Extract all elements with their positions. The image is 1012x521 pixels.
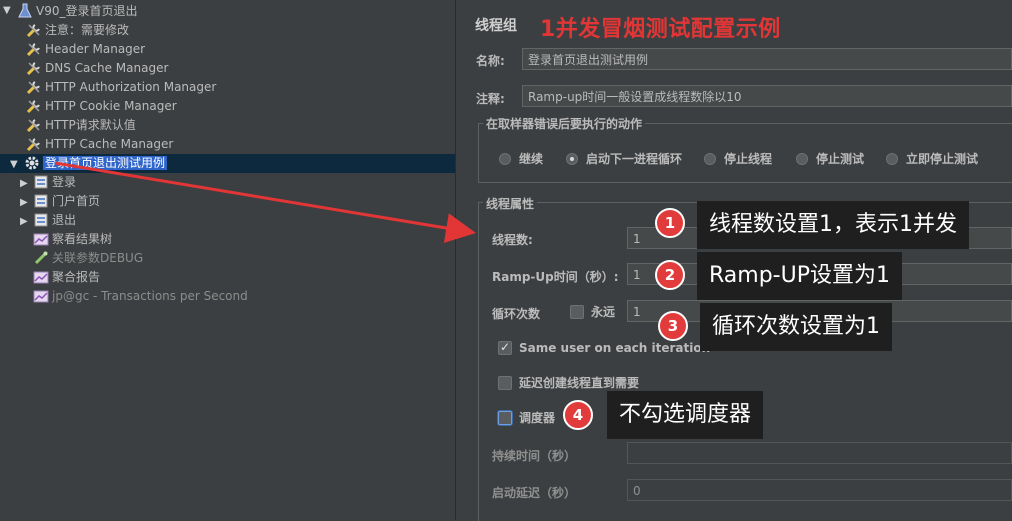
name-label: 名称: (476, 54, 505, 68)
delay-thread-creation-checkbox[interactable]: 延迟创建线程直到需要 (498, 375, 639, 391)
forever-checkbox[interactable]: 永远 (570, 304, 615, 320)
same-user-checkbox[interactable]: Same user on each iteration (498, 339, 710, 356)
annotation-badge-3: 3 (658, 311, 688, 341)
controller-icon (33, 212, 49, 228)
wrench-icon (26, 79, 42, 95)
expand-arrow-icon[interactable]: ▶ (20, 178, 28, 189)
tree-item-config[interactable]: HTTP请求默认值 (26, 116, 136, 135)
expand-arrow-icon[interactable]: ▶ (20, 197, 28, 208)
name-field[interactable]: 登录首页退出测试用例 (522, 48, 1012, 70)
annotation-badge-4: 4 (563, 400, 593, 430)
ramp-up-label: Ramp-Up时间（秒）: (492, 270, 619, 284)
tree-item-config[interactable]: Header Manager (26, 40, 145, 59)
comment-label: 注释: (476, 92, 505, 106)
radio-start-next-loop[interactable]: 启动下一进程循环 (566, 151, 682, 167)
tree-item-config[interactable]: HTTP Authorization Manager (26, 78, 216, 97)
duration-label: 持续时间（秒） (492, 449, 577, 463)
tree-item-debug[interactable]: 关联参数DEBUG (33, 249, 143, 268)
comment-field[interactable]: Ramp-up时间一般设置成线程数除以10 (522, 85, 1012, 107)
flask-icon (17, 3, 33, 19)
collapse-arrow-icon[interactable]: ▼ (10, 159, 18, 170)
test-plan-tree[interactable]: ▼ V90_登录首页退出 注意：需要修改 Header Manager DNS … (0, 0, 455, 520)
annotation-badge-1: 1 (655, 208, 685, 238)
tree-item-config[interactable]: DNS Cache Manager (26, 59, 168, 78)
radio-dot-selected (566, 152, 578, 165)
scheduler-checkbox[interactable]: 调度器 (498, 410, 555, 426)
checkbox-box-checked (498, 339, 512, 355)
tree-item-config[interactable]: HTTP Cookie Manager (26, 97, 177, 116)
debug-icon (33, 250, 49, 266)
wrench-icon (26, 117, 42, 133)
wrench-icon (26, 60, 42, 76)
sampler-error-legend: 在取样器错误后要执行的动作 (483, 115, 646, 132)
startup-delay-label: 启动延迟（秒） (492, 486, 577, 500)
checkbox-box (498, 410, 512, 425)
wrench-icon (26, 22, 42, 38)
controller-icon (33, 193, 49, 209)
annotation-note-3: 循环次数设置为1 (700, 303, 892, 351)
graph-icon (33, 288, 49, 304)
radio-stop-test[interactable]: 停止测试 (796, 151, 864, 167)
annotation-badge-2: 2 (655, 260, 685, 290)
tree-item-listener[interactable]: 察看结果树 (33, 230, 112, 249)
annotation-title: 1并发冒烟测试配置示例 (540, 17, 781, 42)
tree-item-controller[interactable]: 退出 (33, 211, 76, 230)
thread-properties-legend: 线程属性 (483, 195, 538, 212)
radio-stop-thread[interactable]: 停止线程 (704, 151, 772, 167)
panel-title: 线程组 (475, 18, 517, 34)
radio-stop-test-now[interactable]: 立即停止测试 (886, 151, 978, 167)
radio-continue[interactable]: 继续 (499, 151, 543, 167)
wrench-icon (26, 41, 42, 57)
startup-delay-field[interactable]: 0 (627, 479, 1012, 501)
annotation-note-2: Ramp-UP设置为1 (697, 252, 902, 300)
graph-icon (33, 231, 49, 247)
annotation-note-4: 不勾选调度器 (607, 391, 764, 439)
expand-arrow-icon[interactable]: ▶ (20, 216, 28, 227)
radio-dot (704, 152, 716, 165)
wrench-icon (26, 136, 42, 152)
checkbox-box (570, 304, 584, 319)
tree-item-listener[interactable]: 聚合报告 (33, 268, 100, 287)
annotation-note-1: 线程数设置1，表示1并发 (697, 201, 969, 249)
checkbox-box (498, 375, 512, 390)
tree-item-config[interactable]: HTTP Cache Manager (26, 135, 173, 154)
tree-item-thread-group[interactable]: 登录首页退出测试用例 (24, 154, 168, 173)
radio-dot (796, 152, 808, 165)
radio-dot (499, 152, 511, 165)
radio-dot (886, 152, 898, 165)
tree-item-listener[interactable]: jp@gc - Transactions per Second (33, 287, 248, 306)
tree-item-controller[interactable]: 登录 (33, 173, 76, 192)
tree-item-config[interactable]: 注意：需要修改 (26, 21, 129, 40)
duration-field[interactable] (627, 442, 1012, 464)
gear-icon (24, 155, 40, 171)
tree-item-controller[interactable]: 门户首页 (33, 192, 100, 211)
loop-count-label: 循环次数 (492, 307, 541, 321)
tree-item-test-plan[interactable]: V90_登录首页退出 (17, 2, 137, 21)
threads-label: 线程数: (492, 233, 533, 247)
thread-properties-group (478, 202, 1012, 521)
controller-icon (33, 174, 49, 190)
graph-icon (33, 269, 49, 285)
collapse-arrow-icon[interactable]: ▼ (3, 5, 11, 16)
wrench-icon (26, 98, 42, 114)
